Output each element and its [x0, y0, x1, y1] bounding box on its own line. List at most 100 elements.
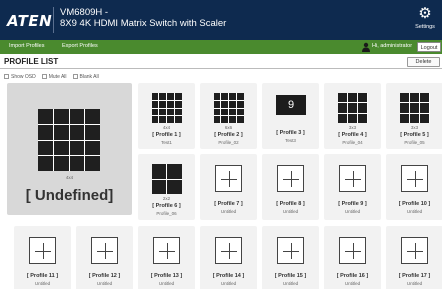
- profile-card[interactable]: 3x3 [ Profile 4 ] Profile_04: [324, 83, 381, 149]
- card-name: [ Profile 14 ]: [212, 273, 245, 279]
- add-layout-icon: [29, 237, 56, 264]
- profile-card[interactable]: [ Profile 11 ] Untitled: [14, 226, 71, 289]
- model-title: VM6809H - 8X9 4K HDMI Matrix Switch with…: [60, 7, 226, 29]
- card-name: [ Profile 13 ]: [150, 273, 183, 279]
- profile-card[interactable]: 4x4 [ Profile 1 ] Test1: [138, 83, 195, 149]
- add-layout-icon: [339, 237, 366, 264]
- profile-card[interactable]: 3x3 [ Profile 5 ] Profile_05: [386, 83, 442, 149]
- toolbar: Import Profiles Export Profiles Hi, admi…: [0, 40, 442, 54]
- card-name: [ Profile 5 ]: [400, 132, 429, 138]
- card-subtitle: Untitled: [344, 281, 361, 286]
- profile-card[interactable]: [ Profile 12 ] Untitled: [76, 226, 133, 289]
- header-divider: [53, 7, 54, 33]
- user-greeting: Hi, administrator: [372, 43, 413, 49]
- show-osd-checkbox[interactable]: [4, 74, 9, 79]
- card-name: [ Profile 2 ]: [214, 132, 243, 138]
- card-name: [ Profile 16 ]: [336, 273, 369, 279]
- title-divider: [0, 68, 442, 69]
- profile-card[interactable]: [ Profile 8 ] Untitled: [262, 154, 319, 220]
- add-layout-icon: [339, 165, 366, 192]
- user-icon: [362, 42, 370, 52]
- show-osd-option[interactable]: Show OSD: [4, 74, 36, 80]
- add-layout-icon: [277, 165, 304, 192]
- monitor-number: 9: [287, 99, 295, 111]
- options-row: Show OSD Mute All Blank All: [4, 73, 99, 80]
- card-subtitle: Untitled: [282, 209, 299, 214]
- card-name: [ Profile 10 ]: [398, 201, 431, 207]
- layout-4x4-icon: [38, 109, 100, 171]
- settings-button[interactable]: ⚙ Settings: [410, 5, 440, 31]
- mute-all-checkbox[interactable]: [41, 74, 47, 79]
- delete-button[interactable]: Delete: [407, 57, 440, 67]
- app-header: ATEN VM6809H - 8X9 4K HDMI Matrix Switch…: [0, 0, 442, 40]
- card-type: 4x4: [65, 175, 74, 180]
- card-subtitle: Test1: [161, 140, 172, 145]
- card-type: 3x3: [348, 125, 357, 130]
- card-subtitle: Test3: [285, 138, 296, 143]
- current-profile-card[interactable]: 4x4 [ Undefined]: [7, 83, 132, 215]
- card-subtitle: Untitled: [282, 281, 299, 286]
- layout-3x3-icon: [399, 93, 430, 123]
- blank-all-option[interactable]: Blank All: [72, 73, 99, 80]
- layout-4x4-icon: [213, 93, 244, 123]
- add-layout-icon: [215, 165, 242, 192]
- card-name: [ Profile 11 ]: [26, 273, 59, 279]
- card-subtitle: Untitled: [220, 209, 237, 214]
- card-name: [ Profile 6 ]: [152, 203, 181, 209]
- layout-4x4-icon: [151, 93, 182, 123]
- profile-card[interactable]: [ Profile 7 ] Untitled: [200, 154, 257, 220]
- profile-card[interactable]: [ Profile 9 ] Untitled: [324, 154, 381, 220]
- card-name: [ Profile 1 ]: [152, 132, 181, 138]
- card-subtitle: Untitled: [96, 281, 113, 286]
- card-subtitle: Untitled: [406, 281, 423, 286]
- model-line-2: 8X9 4K HDMI Matrix Switch with Scaler: [60, 18, 227, 29]
- card-subtitle: Untitled: [34, 281, 51, 286]
- monitor-icon: 9: [276, 95, 306, 115]
- show-osd-label: Show OSD: [11, 73, 36, 80]
- profile-card[interactable]: [ Profile 16 ] Untitled: [324, 226, 381, 289]
- card-type: 6x6: [224, 125, 233, 130]
- card-name: [ Profile 8 ]: [276, 201, 305, 207]
- profile-card[interactable]: 6x6 [ Profile 2 ] Profile_02: [200, 83, 257, 149]
- layout-2x2-icon: [151, 164, 182, 194]
- add-layout-icon: [277, 237, 304, 264]
- mute-all-option[interactable]: Mute All: [41, 73, 67, 80]
- page-title: PROFILE LIST: [4, 57, 59, 66]
- card-name: [ Undefined]: [25, 187, 114, 204]
- card-subtitle: Untitled: [220, 281, 237, 286]
- profile-card[interactable]: [ Profile 15 ] Untitled: [262, 226, 319, 289]
- card-subtitle: Profile_02: [218, 140, 239, 145]
- model-line-1: VM6809H -: [60, 7, 109, 18]
- add-layout-icon: [401, 165, 428, 192]
- profile-card[interactable]: [ Profile 10 ] Untitled: [386, 154, 442, 220]
- card-type: 2x2: [162, 196, 171, 201]
- profile-card[interactable]: 9 [ Profile 3 ] Test3: [262, 83, 319, 149]
- gear-icon: ⚙: [418, 5, 432, 22]
- card-name: [ Profile 12 ]: [88, 273, 121, 279]
- import-profiles-link[interactable]: Import Profiles: [9, 43, 44, 49]
- card-type: 4x4: [162, 125, 171, 130]
- card-name: [ Profile 3 ]: [276, 130, 305, 136]
- layout-3x3-icon: [337, 93, 368, 123]
- card-name: [ Profile 9 ]: [338, 201, 367, 207]
- card-type: 3x3: [410, 125, 419, 130]
- mute-all-label: Mute All: [48, 73, 67, 80]
- profile-card[interactable]: [ Profile 13 ] Untitled: [138, 226, 195, 289]
- card-subtitle: Profile_04: [342, 140, 363, 145]
- card-subtitle: Profile_05: [404, 140, 425, 145]
- card-subtitle: Profile_06: [156, 211, 177, 216]
- profile-card[interactable]: [ Profile 17 ] Untitled: [386, 226, 442, 289]
- card-subtitle: Untitled: [406, 209, 423, 214]
- add-layout-icon: [91, 237, 118, 264]
- logout-button[interactable]: Logout: [417, 42, 441, 52]
- card-subtitle: Untitled: [344, 209, 361, 214]
- export-profiles-link[interactable]: Export Profiles: [62, 43, 98, 49]
- add-layout-icon: [215, 237, 242, 264]
- blank-all-checkbox[interactable]: [72, 74, 78, 79]
- card-subtitle: Untitled: [158, 281, 175, 286]
- profile-card[interactable]: [ Profile 14 ] Untitled: [200, 226, 257, 289]
- card-name: [ Profile 17 ]: [398, 273, 431, 279]
- settings-label: Settings: [415, 24, 435, 30]
- blank-all-label: Blank All: [79, 73, 99, 80]
- profile-card[interactable]: 2x2 [ Profile 6 ] Profile_06: [138, 154, 195, 220]
